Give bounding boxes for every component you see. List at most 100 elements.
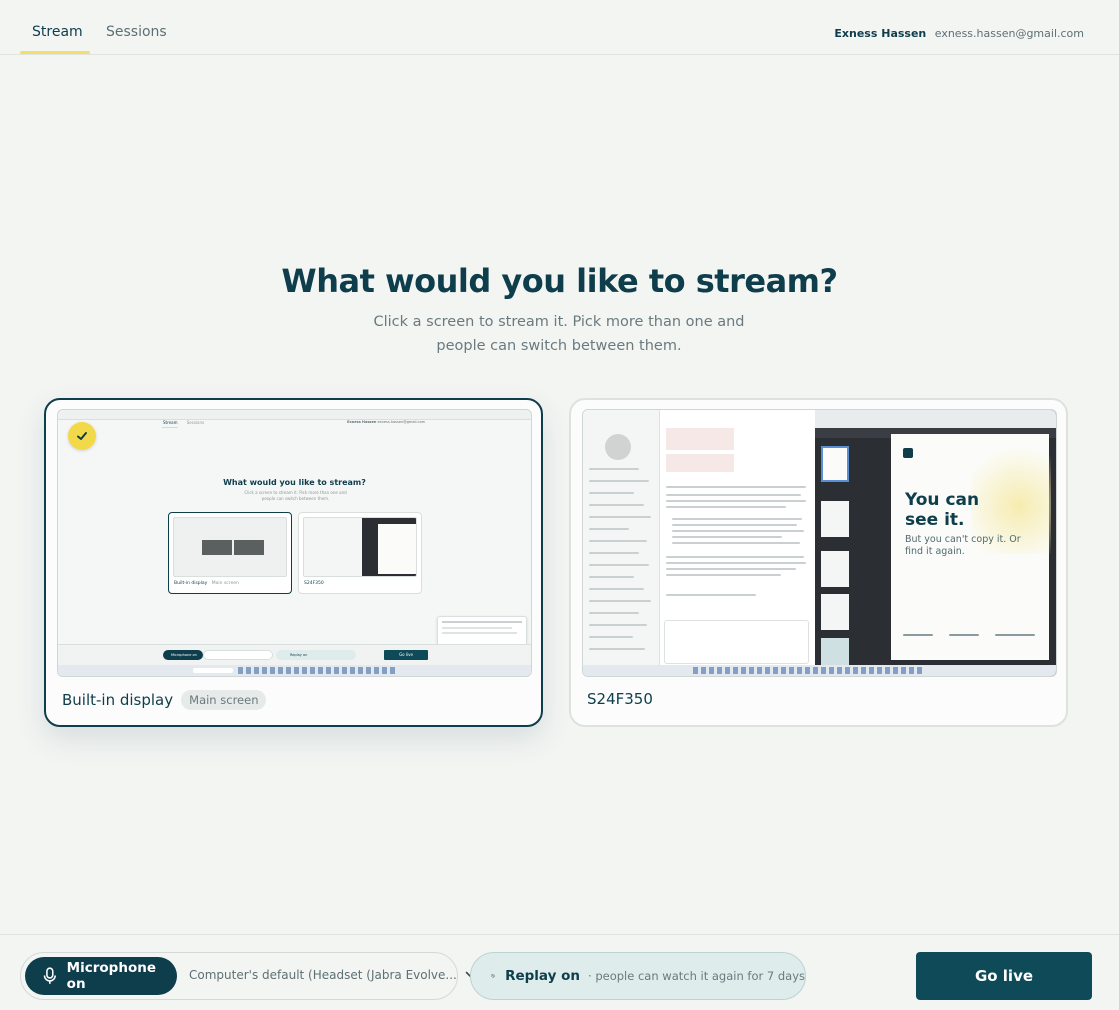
replay-toggle[interactable]: Replay on · people can watch it again fo… bbox=[470, 952, 806, 1000]
preview2-line-16 bbox=[589, 648, 645, 650]
preview2-text-14 bbox=[666, 594, 756, 596]
preview2-line-1 bbox=[589, 468, 639, 470]
preview-user: Exness Hassen exness.hassen@gmail.com bbox=[347, 420, 425, 424]
preview2-line-11 bbox=[589, 588, 644, 590]
preview-window-bar bbox=[58, 410, 531, 420]
replay-icon bbox=[491, 974, 495, 978]
preview2-taskbar bbox=[583, 665, 1056, 676]
screen-card-label: S24F350 bbox=[587, 690, 653, 708]
user-name: Exness Hassen bbox=[834, 27, 927, 40]
preview2-thumb-5 bbox=[821, 638, 849, 668]
preview2-text-11 bbox=[666, 562, 806, 564]
screen-card-built-in-display[interactable]: Stream Sessions Exness Hassen exness.has… bbox=[44, 398, 543, 727]
preview2-text-1 bbox=[666, 486, 806, 488]
preview-card-1-label: Built-in display Main screen bbox=[174, 581, 239, 586]
preview2-line-3 bbox=[589, 492, 634, 494]
preview2-browser-tabs bbox=[815, 410, 1056, 428]
preview-mic-select bbox=[203, 650, 273, 660]
preview2-thumb-3 bbox=[821, 551, 849, 587]
microphone-device-select[interactable]: Computer's default (Headset (Jabra Evolv… bbox=[189, 968, 477, 982]
preview2-code-2 bbox=[666, 454, 734, 472]
screen-card-s24f350[interactable]: You can see it. But you can't copy it. O… bbox=[569, 398, 1068, 727]
preview2-line-13 bbox=[589, 612, 639, 614]
preview-subtitle: Click a screen to stream it. Pick more t… bbox=[244, 490, 347, 501]
tab-sessions[interactable]: Sessions bbox=[106, 24, 167, 40]
preview2-line-12 bbox=[589, 600, 651, 602]
preview-title: What would you like to stream? bbox=[223, 478, 366, 487]
preview2-code-1 bbox=[666, 428, 734, 450]
screen-card-label: Built-in display Main screen bbox=[62, 690, 267, 710]
preview2-thumb-4 bbox=[821, 594, 849, 630]
preview2-sidebar bbox=[583, 410, 660, 676]
preview2-line-15 bbox=[589, 636, 633, 638]
preview2-line-7 bbox=[589, 540, 647, 542]
preview2-line-5 bbox=[589, 516, 651, 518]
preview2-line-4 bbox=[589, 504, 644, 506]
preview2-line-8 bbox=[589, 552, 639, 554]
preview-card-1-name: Built-in display bbox=[174, 581, 208, 586]
preview-tab-stream: Stream bbox=[163, 420, 178, 425]
preview-user-email: exness.hassen@gmail.com bbox=[377, 420, 425, 424]
go-live-button[interactable]: Go live bbox=[916, 952, 1092, 1000]
preview-popup-line-2 bbox=[442, 627, 512, 629]
preview2-feature-3 bbox=[995, 634, 1035, 636]
preview2-text-9 bbox=[672, 542, 800, 544]
preview-nested-a bbox=[202, 540, 232, 555]
preview2-feature-2 bbox=[949, 634, 979, 636]
replay-label: Replay on bbox=[505, 968, 581, 984]
top-nav: Stream Sessions Exness Hassen exness.has… bbox=[0, 0, 1119, 55]
microphone-toggle-button[interactable]: Microphone on bbox=[25, 957, 177, 995]
preview2-line-14 bbox=[589, 624, 647, 626]
microphone-device-value: Computer's default (Headset (Jabra Evolv… bbox=[189, 968, 457, 982]
preview2-text-12 bbox=[666, 568, 796, 570]
preview-taskbar bbox=[58, 665, 531, 676]
screen-preview-s24f350: You can see it. But you can't copy it. O… bbox=[582, 409, 1057, 677]
preview-replay: Replay on bbox=[276, 650, 356, 660]
screen-preview-built-in: Stream Sessions Exness Hassen exness.has… bbox=[57, 409, 532, 677]
bottom-bar: Microphone on Computer's default (Headse… bbox=[0, 934, 1119, 1010]
user-info: Exness Hassen exness.hassen@gmail.com bbox=[834, 27, 1084, 40]
preview2-line-2 bbox=[589, 480, 649, 482]
screen-name: Built-in display bbox=[62, 691, 174, 709]
microphone-control: Microphone on Computer's default (Headse… bbox=[20, 952, 477, 1000]
preview-card-2-page bbox=[378, 524, 416, 574]
preview-mic: Microphone on bbox=[163, 650, 203, 660]
tab-stream[interactable]: Stream bbox=[32, 24, 83, 40]
preview2-feature-1 bbox=[903, 634, 933, 636]
preview2-text-8 bbox=[672, 536, 782, 538]
preview2-page: You can see it. But you can't copy it. O… bbox=[891, 434, 1051, 660]
preview2-thumb-1 bbox=[821, 446, 849, 482]
preview2-line-9 bbox=[589, 564, 649, 566]
preview2-text-7 bbox=[672, 530, 804, 532]
preview2-text-3 bbox=[666, 500, 806, 502]
preview2-line-10 bbox=[589, 576, 634, 578]
preview-nested-b bbox=[234, 540, 264, 555]
screen-name: S24F350 bbox=[587, 690, 653, 708]
page-title: What would you like to stream? bbox=[281, 262, 838, 300]
preview2-thumbnails bbox=[821, 436, 853, 668]
preview-taskbar-icons bbox=[238, 667, 398, 674]
preview2-taskbar-icons bbox=[693, 667, 923, 674]
selected-check-icon bbox=[68, 422, 96, 450]
preview-card-2-thumb bbox=[303, 517, 417, 577]
preview-card-1: Built-in display Main screen bbox=[168, 512, 292, 594]
preview2-thumb-2 bbox=[821, 501, 849, 537]
preview2-logo bbox=[903, 448, 913, 458]
preview-taskbar-search bbox=[193, 668, 233, 673]
microphone-label: Microphone on bbox=[66, 960, 156, 992]
preview-nav: Stream Sessions bbox=[163, 420, 204, 425]
preview-popup-line-1 bbox=[442, 621, 522, 623]
preview-card-2: S24F350 bbox=[298, 512, 422, 594]
preview-popup-line-3 bbox=[442, 632, 517, 634]
main-screen-badge: Main screen bbox=[181, 690, 267, 710]
preview2-subline: But you can't copy it. Or find it again. bbox=[905, 534, 1021, 557]
user-email: exness.hassen@gmail.com bbox=[934, 27, 1084, 40]
preview-golive: Go live bbox=[384, 650, 428, 660]
preview2-text-5 bbox=[672, 518, 802, 520]
preview2-text-13 bbox=[666, 574, 781, 576]
preview-card-1-badge: Main screen bbox=[211, 581, 239, 586]
active-tab-indicator bbox=[20, 51, 90, 54]
preview-card-2-label: S24F350 bbox=[304, 581, 324, 586]
preview-tab-indicator bbox=[162, 427, 178, 428]
preview2-line-6 bbox=[589, 528, 629, 530]
